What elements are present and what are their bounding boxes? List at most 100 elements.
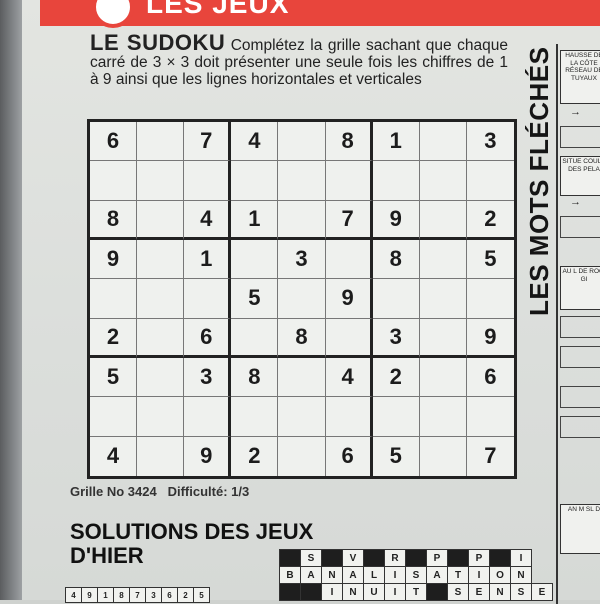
- sudoku-cell: 6: [466, 358, 514, 398]
- sudoku-cell: [372, 161, 420, 201]
- solutions-title: SOLUTIONS DES JEUX D'HIER: [70, 520, 313, 568]
- solution-cell: U: [363, 583, 385, 601]
- solution-cell: V: [342, 549, 364, 567]
- sudoku-cell: [419, 161, 467, 201]
- solution-row: BANALISATION: [279, 566, 553, 584]
- sudoku-cell: 4: [231, 122, 279, 162]
- solution-row: INUITSENSE: [279, 583, 553, 601]
- clue-box: AN M SL D: [560, 504, 600, 554]
- solution-sudoku-cell: 7: [129, 587, 146, 603]
- solutions-title-line2: D'HIER: [70, 543, 144, 568]
- solution-cell: I: [321, 583, 343, 601]
- sudoku-cell: [137, 318, 185, 358]
- solution-cell: S: [300, 549, 322, 567]
- solution-cell: A: [300, 566, 322, 584]
- answer-cell: [560, 316, 600, 338]
- sudoku-cell: 2: [372, 357, 420, 398]
- sudoku-cell: [231, 397, 279, 437]
- sudoku-cell: [419, 357, 467, 398]
- sudoku-cell: 8: [278, 318, 326, 358]
- sudoku-cell: 9: [184, 436, 232, 476]
- solution-cell: N: [321, 566, 343, 584]
- sudoku-cell: 5: [373, 436, 420, 476]
- solution-cell: A: [342, 566, 364, 584]
- solution-cell: L: [363, 566, 385, 584]
- sudoku-cell: 2: [466, 201, 514, 240]
- sudoku-cell: 4: [325, 357, 373, 398]
- sudoku-cell: 7: [325, 200, 373, 240]
- solutions-title-line1: SOLUTIONS DES JEUX: [70, 519, 314, 544]
- sudoku-cell: 2: [90, 318, 138, 358]
- sudoku-cell: 1: [372, 122, 420, 162]
- sudoku-cell: [325, 318, 373, 358]
- solution-row: SVRPPI: [279, 549, 553, 567]
- solution-sudoku-cell: 5: [193, 587, 210, 603]
- answer-cell: [560, 346, 600, 368]
- sudoku-cell: [278, 161, 326, 201]
- sudoku-cell: 6: [326, 436, 373, 476]
- sudoku-intro: LE SUDOKU Complétez la grille sachant qu…: [90, 32, 508, 89]
- solution-cell: A: [426, 566, 448, 584]
- sudoku-cell: 1: [231, 200, 279, 240]
- answer-cell: [560, 386, 600, 408]
- black-cell: [279, 549, 301, 567]
- sudoku-cell: [278, 357, 326, 398]
- black-cell: [279, 583, 301, 601]
- sudoku-cell: [466, 279, 514, 319]
- solution-sudoku-cell: 2: [177, 587, 194, 603]
- sudoku-cell: 3: [278, 239, 326, 280]
- sudoku-cell: 8: [372, 239, 420, 280]
- sudoku-cell: [372, 397, 420, 437]
- sudoku-cell: [231, 318, 279, 358]
- sudoku-cell: 3: [372, 318, 420, 358]
- sudoku-cell: [137, 397, 185, 437]
- sudoku-cell: 2: [231, 436, 279, 476]
- solution-cell: O: [489, 566, 511, 584]
- sudoku-cell: [466, 161, 514, 201]
- solution-cell: S: [447, 583, 469, 601]
- sudoku-cell: 5: [90, 357, 138, 398]
- solution-cell: B: [279, 566, 301, 584]
- sudoku-cell: 7: [184, 122, 232, 162]
- solution-cell: T: [447, 566, 469, 584]
- arrow-right-icon: →: [570, 106, 581, 118]
- sudoku-cell: [278, 397, 326, 437]
- solution-cell: E: [531, 583, 553, 601]
- solution-cell: N: [489, 583, 511, 601]
- black-cell: [321, 549, 343, 567]
- sudoku-cell: 8: [90, 200, 138, 240]
- sudoku-cell: 7: [484, 443, 497, 469]
- solution-cell: P: [426, 549, 448, 567]
- clue-box: SITUE COULE DES PELA: [560, 156, 600, 196]
- sudoku-cell: [231, 239, 279, 280]
- sudoku-cell: 8: [231, 357, 279, 398]
- solution-sudoku-cell: 6: [161, 587, 178, 603]
- black-cell: [405, 549, 427, 567]
- arrow-right-icon: →: [570, 196, 581, 208]
- grid-number: Grille No 3424: [70, 484, 157, 499]
- black-cell: [447, 549, 469, 567]
- black-cell: [426, 583, 448, 601]
- sudoku-cell: [184, 161, 232, 201]
- sudoku-cell: [419, 397, 467, 437]
- solution-cell: R: [384, 549, 406, 567]
- black-cell: [363, 549, 385, 567]
- sudoku-cell: [278, 122, 326, 162]
- sudoku-cell: 9: [372, 200, 420, 240]
- sudoku-cell: [137, 357, 185, 398]
- clue-box: HAUSSE DE LA CÔTE RÉSEAU DE TUYAUX: [560, 50, 600, 104]
- solution-sudoku-cell: 4: [65, 587, 82, 603]
- section-title: LES JEUX: [146, 0, 290, 19]
- answer-cell: [560, 216, 600, 238]
- sudoku-cell: 1: [184, 239, 232, 280]
- sudoku-cell: [466, 397, 514, 437]
- grid-meta: Grille No 3424 Difficulté: 1/3: [70, 484, 249, 499]
- sudoku-cell: [372, 279, 420, 319]
- solution-cell: N: [510, 566, 532, 584]
- solutions-sudoku-strip: 491873625: [65, 587, 210, 603]
- sudoku-cell: [325, 161, 373, 201]
- sudoku-cell: [419, 200, 467, 240]
- sudoku-cell: 5: [231, 279, 279, 319]
- solutions-crossword: SVRPPIBANALISATIONINUITSENSE: [279, 549, 553, 601]
- solution-cell: N: [342, 583, 364, 601]
